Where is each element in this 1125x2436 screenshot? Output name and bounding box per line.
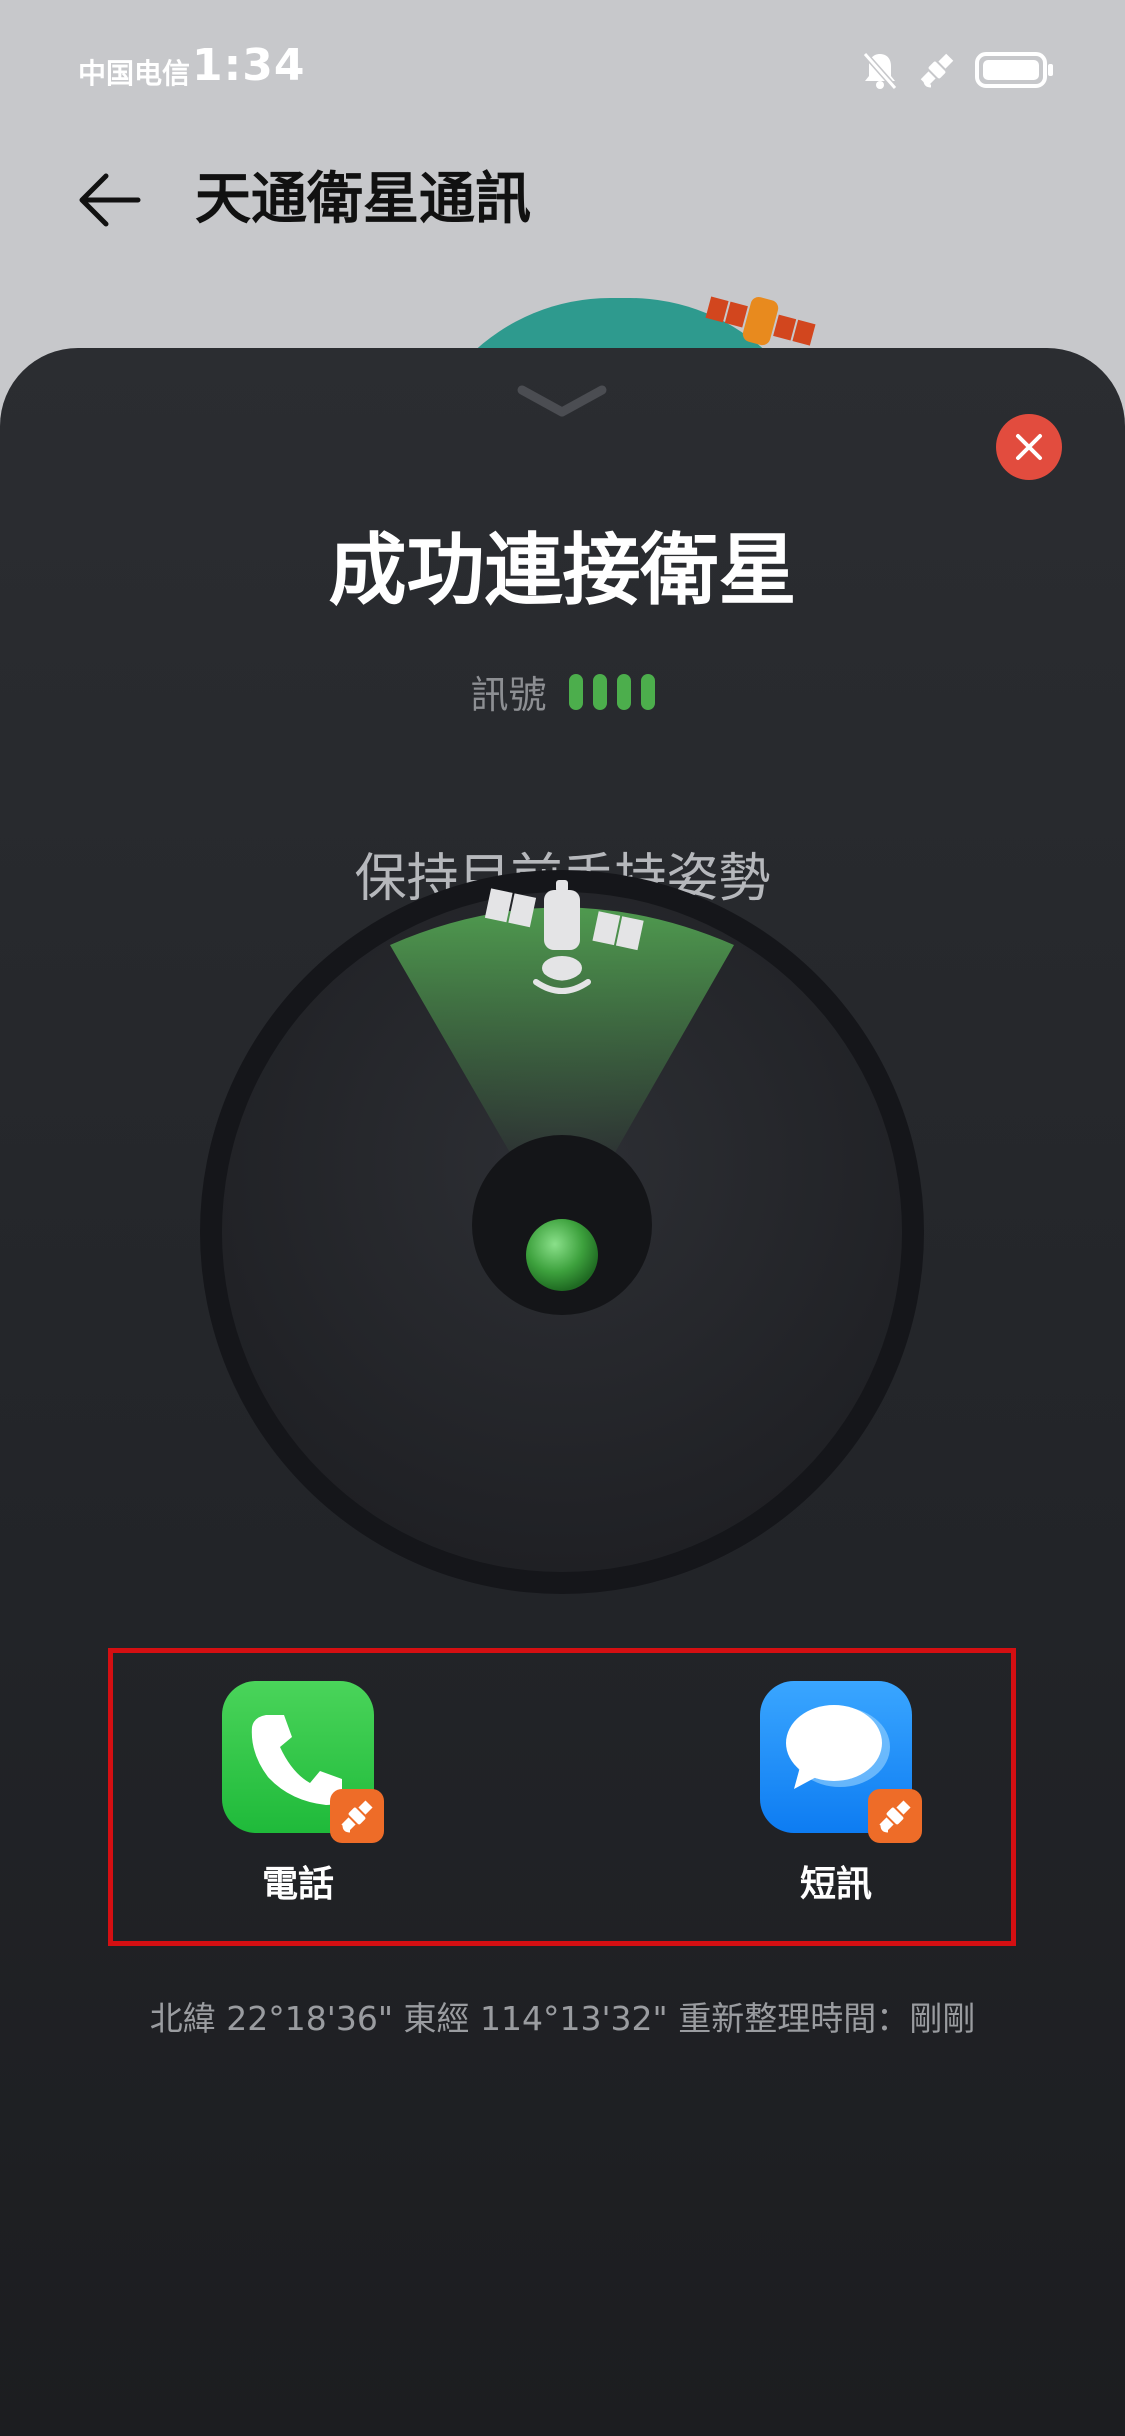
app-header: 天通衛星通訊 [0, 140, 1125, 290]
phone-app-label: 電話 [261, 1864, 334, 1905]
signal-bar [592, 673, 607, 710]
status-icons [861, 48, 1055, 92]
position-dot [526, 1219, 598, 1291]
satellite-radar [200, 870, 924, 1594]
phone-app-icon [222, 1681, 384, 1843]
location-info: 北緯 22°18'36" 東經 114°13'32" 重新整理時間：剛剛 [149, 1999, 976, 2038]
signal-label: 訊號 [470, 673, 547, 717]
satellite-icon [920, 53, 954, 88]
page-title: 天通衛星通訊 [195, 167, 531, 232]
close-button[interactable] [996, 414, 1062, 480]
signal-strength-bars [568, 673, 655, 710]
message-app-icon [760, 1681, 922, 1843]
satellite-badge-icon [868, 1789, 922, 1843]
back-button[interactable] [70, 160, 150, 240]
arrow-left-icon [79, 173, 141, 227]
bell-off-icon [862, 52, 898, 90]
satellite-actions-panel: 電話 短訊 [108, 1648, 1016, 1946]
phone-app-button[interactable]: 電話 [218, 1681, 384, 1907]
connection-status-title: 成功連接衛星 [328, 526, 797, 616]
signal-bar [640, 673, 655, 710]
status-bar: 中国电信 1:34 [0, 0, 1125, 140]
message-app-button[interactable]: 短訊 [756, 1681, 922, 1907]
signal-bar [568, 673, 583, 710]
status-time: 1:34 [192, 40, 306, 91]
message-app-label: 短訊 [799, 1864, 872, 1905]
signal-bar [616, 673, 631, 710]
chevron-down-icon[interactable] [512, 376, 612, 426]
signal-indicator: 訊號 [0, 664, 1125, 719]
satellite-badge-icon [330, 1789, 384, 1843]
close-icon [1016, 434, 1042, 460]
battery-icon [975, 52, 1053, 88]
carrier-name: 中国电信 [78, 57, 191, 90]
